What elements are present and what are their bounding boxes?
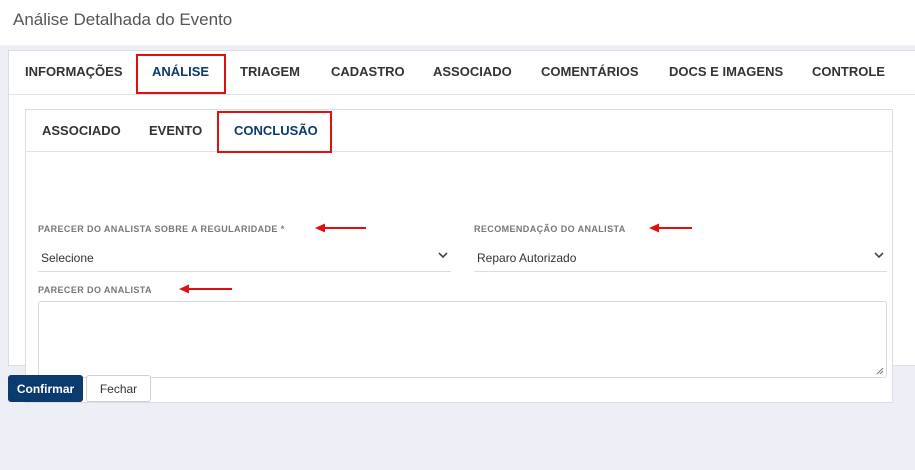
tab-triagem[interactable]: TRIAGEM: [240, 64, 300, 79]
page-title: Análise Detalhada do Evento: [13, 10, 233, 29]
recomendacao-label: RECOMENDAÇÃO DO ANALISTA: [474, 224, 626, 234]
tab-docs-e-imagens[interactable]: DOCS E IMAGENS: [669, 64, 783, 79]
tab-comentarios[interactable]: COMENTÁRIOS: [541, 64, 639, 79]
chevron-down-icon: [874, 252, 884, 259]
confirm-button[interactable]: Confirmar: [8, 375, 83, 402]
sub-tabbar: ASSOCIADO EVENTO CONCLUSÃO: [26, 110, 892, 153]
subtab-evento[interactable]: EVENTO: [149, 123, 202, 138]
parecer-regularidade-label: PARECER DO ANALISTA SOBRE A REGULARIDADE…: [38, 224, 285, 234]
main-tabbar: INFORMAÇÕES ANÁLISE TRIAGEM CADASTRO ASS…: [9, 51, 915, 95]
main-card: INFORMAÇÕES ANÁLISE TRIAGEM CADASTRO ASS…: [8, 50, 915, 403]
red-arrow-icon: [649, 223, 692, 233]
red-arrow-icon: [179, 284, 232, 294]
parecer-textarea[interactable]: [38, 301, 887, 378]
close-button[interactable]: Fechar: [86, 375, 151, 402]
chevron-down-icon: [438, 252, 448, 259]
red-arrow-icon: [315, 223, 366, 233]
subtab-associado[interactable]: ASSOCIADO: [42, 123, 121, 138]
parecer-regularidade-value: Selecione: [41, 251, 94, 265]
resize-grip-icon[interactable]: [876, 367, 884, 375]
tab-controle[interactable]: CONTROLE: [812, 64, 885, 79]
tab-informacoes[interactable]: INFORMAÇÕES: [25, 64, 123, 79]
recomendacao-select[interactable]: Reparo Autorizado: [474, 243, 887, 272]
recomendacao-value: Reparo Autorizado: [477, 251, 577, 265]
parecer-label: PARECER DO ANALISTA: [38, 285, 152, 295]
conclusao-panel: ASSOCIADO EVENTO CONCLUSÃO PARECER DO AN…: [25, 109, 893, 403]
parecer-regularidade-select[interactable]: Selecione: [38, 243, 451, 272]
subtab-conclusao-highlight: [217, 111, 332, 153]
page-header: Análise Detalhada do Evento: [0, 0, 915, 45]
tab-associado[interactable]: ASSOCIADO: [433, 64, 512, 79]
tab-analise-highlight: [136, 54, 226, 94]
tab-cadastro[interactable]: CADASTRO: [331, 64, 405, 79]
